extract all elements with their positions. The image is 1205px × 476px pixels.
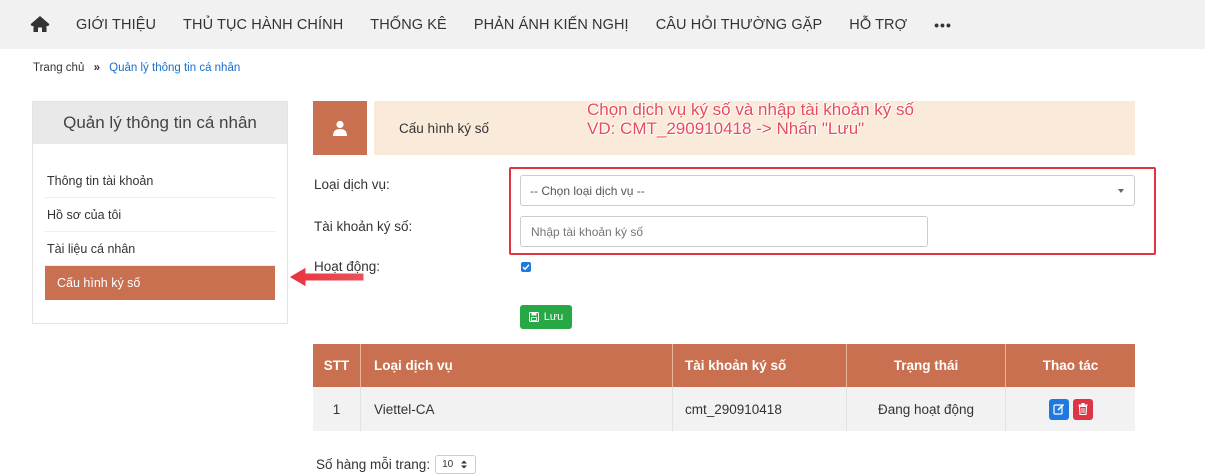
page-size-select[interactable]: 10 [435, 455, 477, 474]
cell-stt: 1 [313, 387, 361, 431]
sidebar-item-ho-so-cua-toi[interactable]: Hồ sơ của tôi [45, 198, 275, 232]
active-label: Hoạt động: [314, 259, 381, 274]
floppy-disk-icon [528, 312, 539, 322]
nav-item-thu-tuc-hanh-chinh[interactable]: THỦ TỤC HÀNH CHÍNH [183, 17, 343, 33]
sidebar: Quản lý thông tin cá nhân Thông tin tài … [32, 101, 288, 324]
sidebar-item-tai-lieu-ca-nhan[interactable]: Tài liệu cá nhân [45, 232, 275, 266]
sidebar-title: Quản lý thông tin cá nhân [33, 102, 287, 144]
service-type-label: Loại dịch vụ: [314, 177, 390, 192]
check-icon [522, 264, 530, 271]
edit-icon [1052, 403, 1064, 415]
active-checkbox[interactable] [521, 262, 531, 272]
save-button[interactable]: Lưu [520, 305, 572, 329]
breadcrumb-home[interactable]: Trang chủ [33, 62, 84, 74]
header-account: Tài khoản ký số [673, 344, 847, 387]
nav-item-cau-hoi-thuong-gap[interactable]: CÂU HỎI THƯỜNG GẶP [656, 17, 823, 33]
page-size-value: 10 [442, 459, 454, 470]
page-size-label: Số hàng mỗi trang: [316, 457, 431, 472]
annotation-line-1: Chọn dịch vụ ký số và nhập tài khoản ký … [587, 100, 914, 119]
nav-item-ho-tro[interactable]: HỖ TRỢ [849, 17, 907, 33]
delete-button[interactable] [1072, 398, 1093, 420]
sidebar-list: Thông tin tài khoản Hồ sơ của tôi Tài li… [33, 144, 287, 300]
header-service-type: Loại dịch vụ [361, 344, 673, 387]
digital-signature-table: STT Loại dịch vụ Tài khoản ký số Trạng t… [313, 344, 1135, 431]
top-nav: GIỚI THIỆU THỦ TỤC HÀNH CHÍNH THỐNG KÊ P… [0, 0, 1205, 49]
annotation-highlight-box [509, 167, 1156, 255]
nav-item-thong-ke[interactable]: THỐNG KÊ [370, 17, 447, 33]
user-avatar-box [313, 101, 367, 155]
home-icon[interactable] [30, 15, 50, 35]
sidebar-item-thong-tin-tai-khoan[interactable]: Thông tin tài khoản [45, 164, 275, 198]
annotation-line-2: VD: CMT_290910418 -> Nhấn "Lưu" [587, 119, 865, 138]
sidebar-item-cau-hinh-ky-so[interactable]: Cấu hình ký số [45, 266, 275, 300]
nav-item-gioi-thieu[interactable]: GIỚI THIỆU [76, 17, 156, 33]
header-actions: Thao tác [1042, 358, 1099, 373]
cell-account: cmt_290910418 [673, 387, 847, 431]
table-header: STT Loại dịch vụ Tài khoản ký số Trạng t… [313, 344, 1135, 387]
page: GIỚI THIỆU THỦ TỤC HÀNH CHÍNH THỐNG KÊ P… [0, 0, 1205, 476]
header-status: Trạng thái [847, 344, 1006, 387]
header-stt: STT [313, 344, 361, 387]
breadcrumb-separator: » [93, 62, 100, 74]
user-icon [333, 120, 347, 136]
account-label: Tài khoản ký số: [314, 219, 413, 234]
edit-button[interactable] [1048, 398, 1069, 420]
cell-status: Đang hoạt động [847, 387, 1006, 431]
cell-actions [1006, 387, 1135, 431]
page-title: Cấu hình ký số [399, 120, 490, 136]
trash-icon [1078, 403, 1087, 415]
nav-more-button[interactable]: ••• [934, 17, 952, 33]
table-row: 1 Viettel-CA cmt_290910418 Đang hoạt độn… [313, 387, 1135, 431]
sort-caret-icon [461, 460, 468, 469]
nav-item-phan-anh-kien-nghi[interactable]: PHẢN ÁNH KIẾN NGHỊ [474, 17, 629, 33]
save-button-label: Lưu [543, 311, 564, 323]
breadcrumb: Trang chủ » Quản lý thông tin cá nhân [33, 62, 240, 74]
instruction-annotation: Chọn dịch vụ ký số và nhập tài khoản ký … [587, 100, 914, 138]
cell-service-type: Viettel-CA [361, 387, 673, 431]
page-size-control: Số hàng mỗi trang: 10 [316, 455, 477, 474]
breadcrumb-current[interactable]: Quản lý thông tin cá nhân [109, 62, 240, 74]
